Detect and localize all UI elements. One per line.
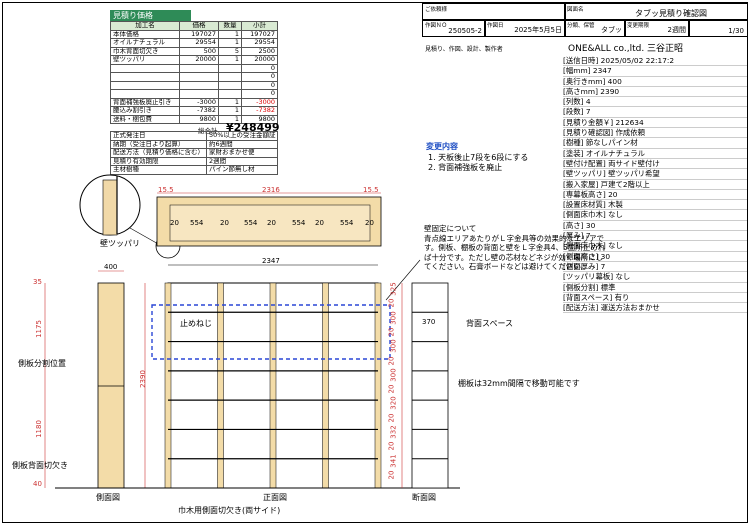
dim-right-height: 300 <box>389 368 398 382</box>
label-baseboard-notch: 巾木用側面切欠き(両サイド) <box>178 506 281 515</box>
label-side-notch: 側板背面切欠き <box>12 461 68 470</box>
section-view <box>411 282 449 489</box>
dim-top-right: 15.5 <box>363 186 379 194</box>
dim-left-height: 1180 <box>34 420 43 438</box>
dim-right-height: 341 <box>389 453 398 468</box>
dim-right-height: 300 <box>389 310 398 325</box>
dim-top-width: 2316 <box>262 186 280 194</box>
dim-right-height: 20 <box>387 441 396 451</box>
dim-top-cell: 20 <box>220 219 229 227</box>
dim-left-height: 35 <box>33 278 42 286</box>
dim-right-height: 332 <box>389 425 398 439</box>
label-stop-screw: 止めねじ <box>180 319 212 328</box>
dim-section-width: 370 <box>422 318 436 326</box>
dim-right-height: 300 <box>389 339 398 353</box>
dim-right-height: 20 <box>387 298 396 308</box>
dim-top-cell: 20 <box>267 219 276 227</box>
dim-right-height: 20 <box>387 413 396 423</box>
label-wall-brace: 壁ツッパリ <box>100 239 140 248</box>
dim-top-cell: 554 <box>244 219 258 227</box>
label-shelf-note: 棚板は32mm間隔で移動可能です <box>458 379 580 388</box>
dim-right-height: 20 <box>387 356 396 365</box>
label-back-space: 背面スペース <box>466 319 514 328</box>
label-front-view: 正面図 <box>263 493 287 502</box>
dim-top-cell: 20 <box>170 219 179 227</box>
dim-side-width: 400 <box>104 263 118 271</box>
label-side-view: 側面図 <box>96 493 120 502</box>
dim-front-width: 2347 <box>262 257 280 265</box>
dim-top-cell: 554 <box>340 219 354 227</box>
side-panel <box>269 282 277 489</box>
dim-total-height: 2390 <box>138 370 147 388</box>
side-panel <box>322 282 329 489</box>
side-panel <box>374 282 382 489</box>
dim-left-height: 1175 <box>34 320 43 338</box>
dim-top-cell: 20 <box>315 219 324 227</box>
label-section-view: 断面図 <box>412 493 436 502</box>
dim-top-cell: 554 <box>190 219 204 227</box>
dim-top-cell: 20 <box>365 219 374 227</box>
detail-board <box>102 179 118 236</box>
dim-right-height: 20 <box>387 470 396 480</box>
dim-right-height: 20 <box>387 384 396 394</box>
side-view-board <box>97 282 125 489</box>
dim-right-height: 325 <box>389 282 398 296</box>
side-panel <box>217 282 224 489</box>
dim-left-height: 40 <box>33 480 42 488</box>
dim-right-height: 20 <box>387 327 396 337</box>
dim-top-left: 15.5 <box>158 186 174 194</box>
label-side-split: 側板分割位置 <box>18 359 66 368</box>
dim-right-height: 320 <box>389 396 398 411</box>
side-panel <box>164 282 172 489</box>
dim-top-cell: 554 <box>292 219 306 227</box>
